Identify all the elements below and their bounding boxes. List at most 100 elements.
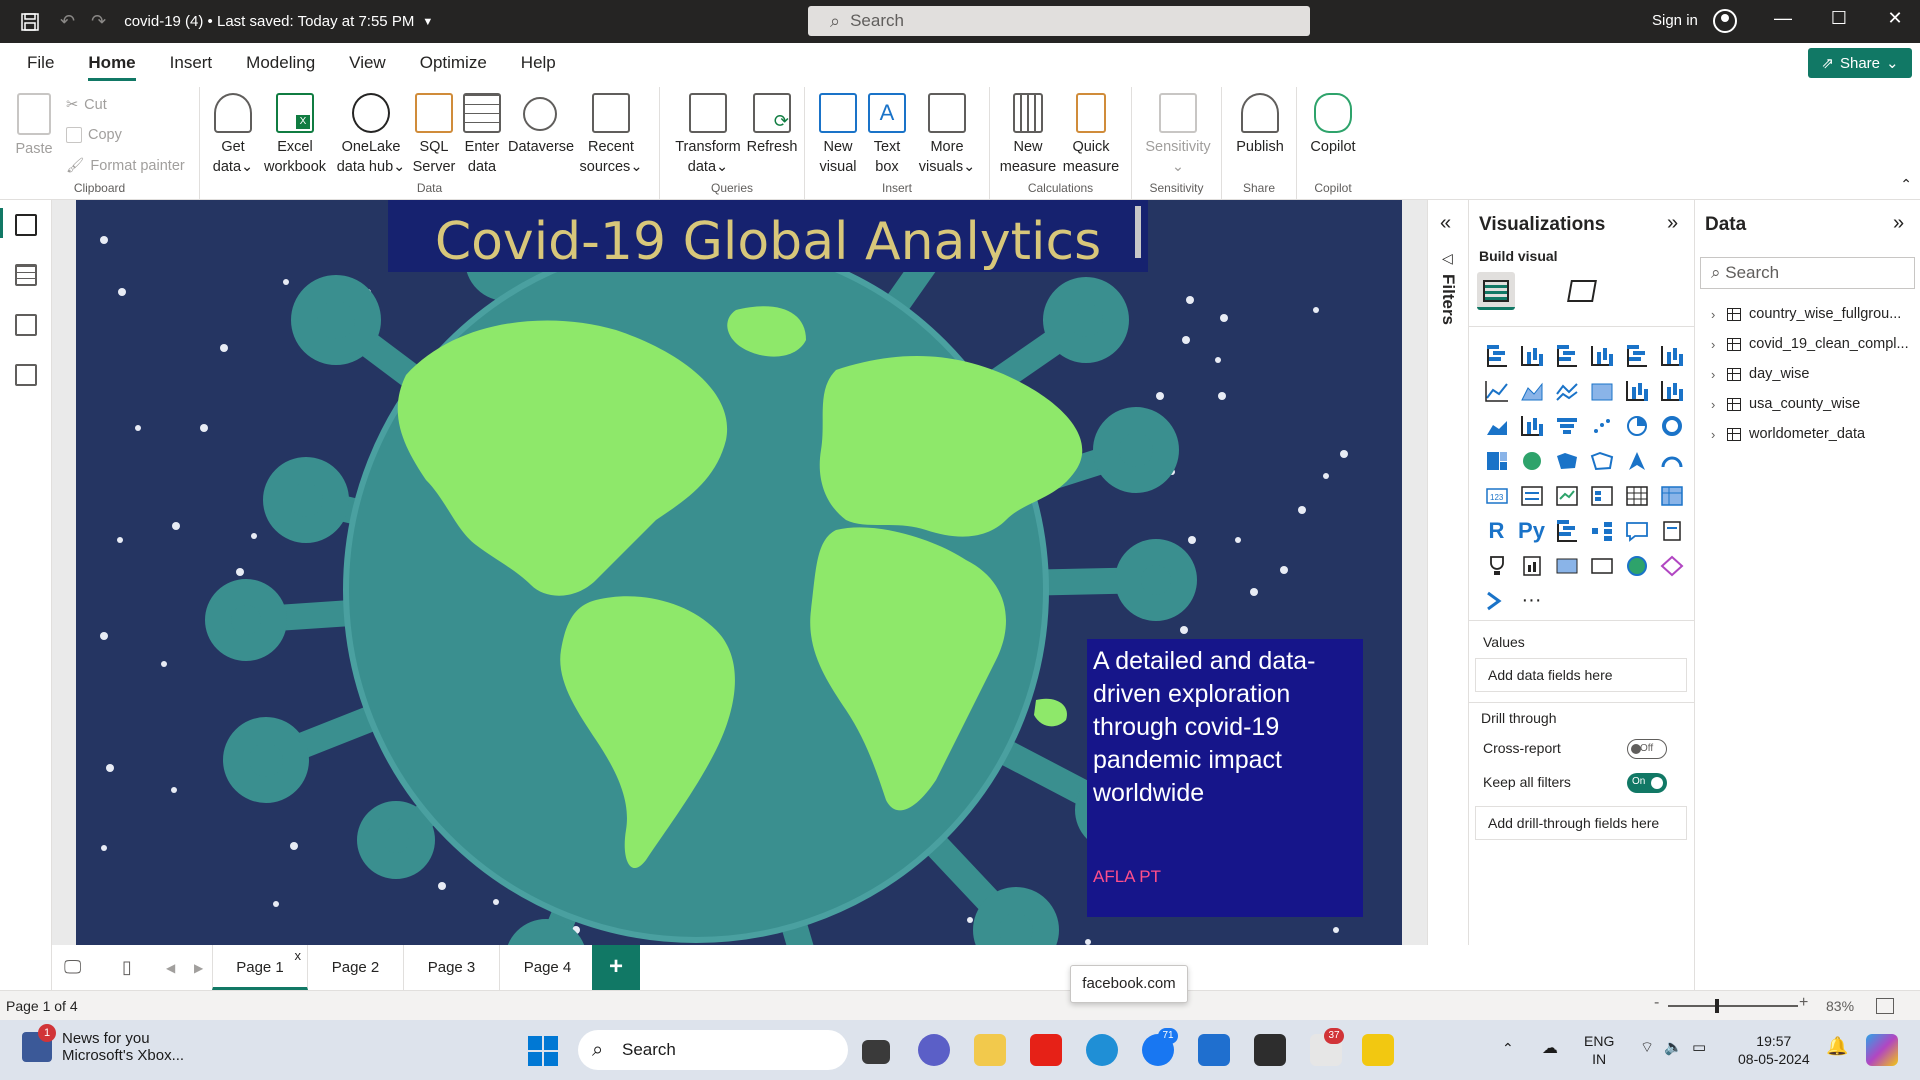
tab-help[interactable]: Help [504, 43, 573, 83]
page-tab-2[interactable]: Page 2 [308, 945, 404, 990]
page-tab-1[interactable]: Page 1 x [212, 945, 308, 990]
multi-row-card-icon[interactable] [1514, 478, 1549, 513]
start-button[interactable] [528, 1036, 558, 1066]
line-and-clustered-column-chart-icon[interactable] [1654, 373, 1689, 408]
scroll-left-icon[interactable]: ◀ [166, 961, 175, 975]
r-script-visual-icon[interactable]: R [1479, 513, 1514, 548]
expand-filters-icon[interactable]: « [1440, 212, 1451, 235]
shape-map-icon[interactable] [1584, 443, 1619, 478]
decomposition-tree-icon[interactable] [1584, 513, 1619, 548]
page-tab-4[interactable]: Page 4 [500, 945, 596, 990]
redo-icon[interactable]: ↷ [91, 11, 106, 32]
more-visuals-ellipsis-icon[interactable]: ··· [1514, 583, 1549, 618]
line-and-stacked-column-chart-icon[interactable] [1619, 373, 1654, 408]
file-explorer-icon[interactable] [974, 1034, 1006, 1066]
chevron-right-icon[interactable]: › [1711, 397, 1723, 412]
values-well[interactable]: Add data fields here [1475, 658, 1687, 692]
table-item-day-wise[interactable]: › day_wise [1711, 366, 1809, 382]
paste-button[interactable]: Paste [14, 93, 54, 159]
100-stacked-area-chart-icon[interactable] [1584, 373, 1619, 408]
share-button[interactable]: ⇗ Share ⌄ [1808, 48, 1912, 78]
clustered-bar-chart-icon[interactable] [1549, 338, 1584, 373]
chevron-right-icon[interactable]: › [1711, 337, 1723, 352]
get-data-button[interactable]: Get data⌄ [212, 93, 254, 177]
slicer-icon[interactable] [1584, 478, 1619, 513]
chevron-right-icon[interactable]: › [1711, 367, 1723, 382]
sql-server-button[interactable]: SQL Server [412, 93, 456, 177]
zoom-level[interactable]: 83% [1826, 998, 1854, 1014]
sign-in-link[interactable]: Sign in [1652, 12, 1698, 29]
cut-button[interactable]: ✂ Cut [66, 97, 107, 113]
text-box-button[interactable]: A Text box [867, 93, 907, 177]
edge-icon[interactable] [1086, 1034, 1118, 1066]
drill-through-well[interactable]: Add drill-through fields here [1475, 806, 1687, 840]
minimize-button[interactable]: — [1768, 8, 1798, 29]
news-widget[interactable]: 1 News for you Microsoft's Xbox... [22, 1024, 184, 1064]
table-item-worldometer[interactable]: › worldometer_data [1711, 426, 1865, 442]
publish-button[interactable]: Publish [1232, 93, 1288, 157]
scatter-chart-icon[interactable] [1584, 408, 1619, 443]
collapse-visualizations-icon[interactable]: » [1667, 212, 1678, 235]
cross-report-toggle[interactable]: Off [1627, 739, 1667, 759]
data-search-input[interactable]: ⌕ Search [1700, 257, 1915, 289]
sticky-notes-icon[interactable] [1254, 1034, 1286, 1066]
tab-view[interactable]: View [332, 43, 403, 83]
add-page-button[interactable]: + [592, 945, 640, 990]
language-indicator[interactable]: ENG IN [1584, 1032, 1614, 1068]
python-visual-icon[interactable]: Py [1514, 513, 1549, 548]
pie-chart-icon[interactable] [1619, 408, 1654, 443]
card-icon[interactable]: 123 [1479, 478, 1514, 513]
filled-map-icon[interactable] [1549, 443, 1584, 478]
recent-sources-button[interactable]: Recent sources⌄ [578, 93, 644, 177]
search-input[interactable]: ⌕ Search [808, 6, 1310, 36]
paginated-report-icon[interactable] [1514, 548, 1549, 583]
chat-icon[interactable] [918, 1034, 950, 1066]
tab-home[interactable]: Home [71, 43, 152, 83]
chevron-down-icon[interactable]: ▼ [422, 16, 433, 28]
zoom-slider[interactable] [1668, 1005, 1798, 1007]
gauge-icon[interactable] [1654, 443, 1689, 478]
donut-chart-icon[interactable] [1654, 408, 1689, 443]
table-icon[interactable] [1619, 478, 1654, 513]
fit-to-page-icon[interactable] [1876, 998, 1894, 1014]
wifi-icon[interactable]: ⌔ [1640, 1038, 1654, 1057]
table-item-covid-clean[interactable]: › covid_19_clean_compl... [1711, 336, 1909, 352]
table-view-icon[interactable] [15, 264, 37, 286]
build-visual-tab[interactable] [1477, 272, 1515, 310]
mobile-layout-icon[interactable]: ▯ [122, 957, 132, 978]
zoom-slider-thumb[interactable] [1715, 999, 1719, 1013]
copy-button[interactable]: Copy [66, 127, 122, 143]
chevron-right-icon[interactable]: › [1711, 427, 1723, 442]
more-visuals-button[interactable]: More visuals⌄ [915, 93, 979, 177]
youtube-icon[interactable] [1030, 1034, 1062, 1066]
taskbar-search[interactable]: ⌕ Search [578, 1030, 848, 1070]
100-stacked-column-chart-icon[interactable] [1654, 338, 1689, 373]
arcgis-map-icon[interactable] [1619, 548, 1654, 583]
power-apps-icon[interactable] [1549, 548, 1584, 583]
stacked-area-chart-icon[interactable] [1549, 373, 1584, 408]
format-visual-tab[interactable] [1563, 272, 1601, 310]
power-automate-button-icon[interactable] [1479, 583, 1514, 618]
key-influencers-icon[interactable] [1549, 513, 1584, 548]
kpi-icon[interactable] [1549, 478, 1584, 513]
report-view-icon[interactable] [15, 214, 37, 236]
document-title[interactable]: covid-19 (4) • Last saved: Today at 7:55… [124, 13, 414, 30]
chevron-right-icon[interactable]: › [1711, 307, 1723, 322]
stacked-bar-chart-icon[interactable] [1479, 338, 1514, 373]
power-bi-icon[interactable] [1362, 1034, 1394, 1066]
tab-modeling[interactable]: Modeling [229, 43, 332, 83]
collapse-data-icon[interactable]: » [1893, 212, 1904, 235]
enter-data-button[interactable]: Enter data [462, 93, 502, 177]
copilot-button[interactable]: Copilot [1305, 93, 1361, 157]
scroll-right-icon[interactable]: ▶ [194, 961, 203, 975]
description-box[interactable]: A detailed and data-driven exploration t… [1087, 639, 1363, 917]
battery-icon[interactable]: ▭ [1692, 1038, 1706, 1056]
treemap-icon[interactable] [1479, 443, 1514, 478]
100-stacked-bar-chart-icon[interactable] [1619, 338, 1654, 373]
close-button[interactable]: ✕ [1880, 8, 1910, 29]
line-chart-icon[interactable] [1479, 373, 1514, 408]
title-box[interactable]: Covid-19 Global Analytics [388, 200, 1148, 272]
dataverse-button[interactable]: Dataverse [508, 93, 574, 157]
transform-data-button[interactable]: Transform data⌄ [672, 93, 744, 177]
stacked-column-chart-icon[interactable] [1514, 338, 1549, 373]
